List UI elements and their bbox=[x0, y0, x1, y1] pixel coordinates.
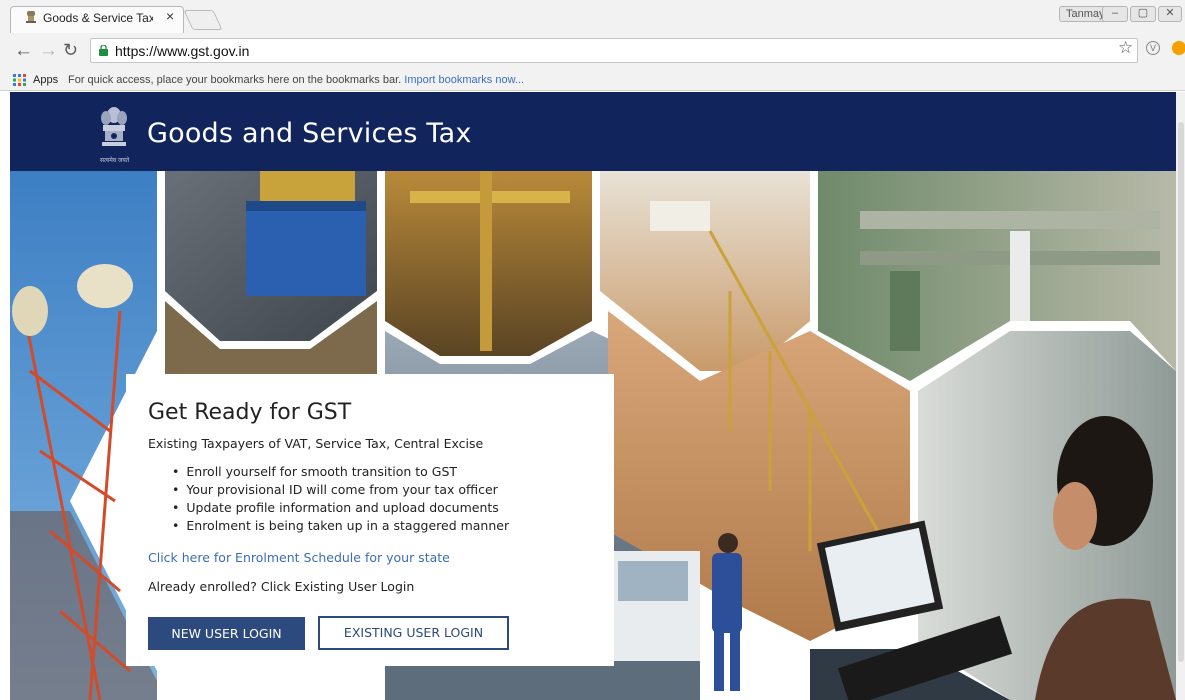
site-title[interactable]: Goods and Services Tax bbox=[147, 118, 472, 149]
reload-icon[interactable]: ↻ bbox=[63, 40, 78, 61]
extension-alert-icon[interactable] bbox=[1172, 41, 1185, 55]
import-bookmarks-link[interactable]: Import bookmarks now... bbox=[404, 74, 524, 86]
new-user-login-button[interactable]: NEW USER LOGIN bbox=[148, 617, 305, 650]
emblem-favicon-icon bbox=[26, 11, 36, 23]
new-tab-button[interactable] bbox=[183, 10, 223, 30]
tab-close-icon[interactable]: × bbox=[166, 8, 174, 24]
existing-user-login-button[interactable]: EXISTING USER LOGIN bbox=[318, 616, 509, 650]
lock-icon bbox=[99, 45, 108, 56]
get-ready-card: Get Ready for GST Existing Taxpayers of … bbox=[126, 374, 614, 666]
bookmarks-hint: For quick access, place your bookmarks h… bbox=[68, 74, 524, 86]
list-item: Your provisional ID will come from your … bbox=[172, 481, 509, 499]
enrolment-schedule-link[interactable]: Click here for Enrolment Schedule for yo… bbox=[148, 550, 450, 565]
page-viewport: सत्यमेव जयते Goods and Services Tax Get … bbox=[0, 92, 1185, 700]
tab-title: Goods & Service Tax (GS bbox=[43, 11, 153, 25]
maximize-icon[interactable]: ▢ bbox=[1130, 6, 1156, 22]
bookmarks-bar: Apps For quick access, place your bookma… bbox=[0, 68, 1185, 91]
list-item: Update profile information and upload do… bbox=[172, 499, 509, 517]
already-enrolled-text: Already enrolled? Click Existing User Lo… bbox=[148, 579, 415, 594]
card-subtitle: Existing Taxpayers of VAT, Service Tax, … bbox=[148, 436, 484, 451]
url-text[interactable]: https://www.gst.gov.in bbox=[115, 43, 249, 59]
back-icon[interactable]: ← bbox=[14, 40, 33, 62]
factory-worker-figure bbox=[712, 533, 742, 691]
address-bar[interactable]: https://www.gst.gov.in bbox=[90, 38, 1138, 63]
list-item: Enrolment is being taken up in a stagger… bbox=[172, 517, 509, 535]
apps-label[interactable]: Apps bbox=[33, 74, 58, 86]
minimize-icon[interactable]: – bbox=[1102, 6, 1128, 22]
scrollbar-thumb[interactable] bbox=[1178, 122, 1184, 662]
shipping-container bbox=[246, 201, 366, 296]
star-icon[interactable]: ☆ bbox=[1118, 38, 1133, 58]
page-scrollbar[interactable] bbox=[1176, 92, 1185, 700]
list-item: Enroll yourself for smooth transition to… bbox=[172, 463, 509, 481]
card-title: Get Ready for GST bbox=[148, 400, 352, 425]
browser-tabstrip: Goods & Service Tax (GS × Tanmay – ▢ ✕ bbox=[0, 0, 1185, 33]
card-bullet-list: Enroll yourself for smooth transition to… bbox=[172, 463, 509, 535]
forward-icon[interactable]: → bbox=[39, 40, 58, 62]
national-emblem-icon bbox=[101, 107, 127, 146]
bookmarks-hint-text: For quick access, place your bookmarks h… bbox=[68, 74, 402, 86]
emblem-motto: सत्यमेव जयते bbox=[100, 158, 130, 164]
close-window-icon[interactable]: ✕ bbox=[1158, 6, 1182, 22]
browser-toolbar: ← → ↻ https://www.gst.gov.in bbox=[0, 33, 1185, 68]
extension-icon[interactable]: V bbox=[1146, 41, 1160, 55]
site-header: सत्यमेव जयते Goods and Services Tax bbox=[10, 92, 1176, 171]
apps-grid-icon[interactable] bbox=[13, 74, 27, 86]
